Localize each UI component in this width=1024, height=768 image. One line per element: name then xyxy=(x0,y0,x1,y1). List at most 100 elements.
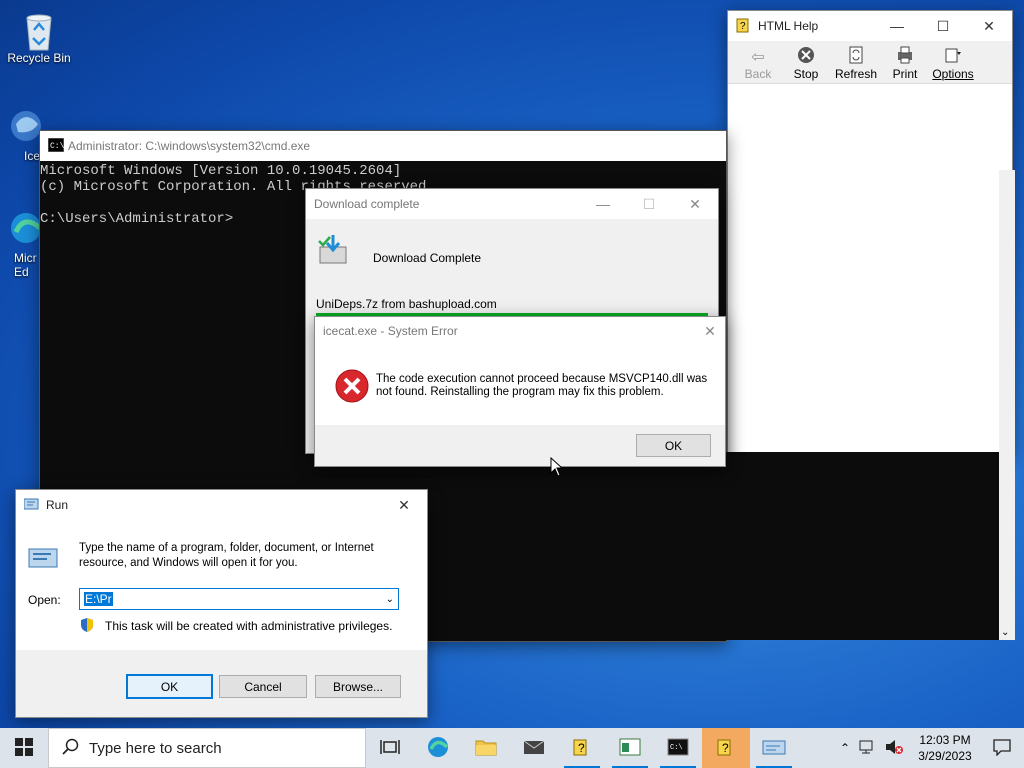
search-icon xyxy=(61,738,79,759)
start-button[interactable] xyxy=(0,728,48,768)
search-placeholder: Type here to search xyxy=(89,739,222,757)
edge-shortcut-icon[interactable]: Micr Ed xyxy=(4,208,44,279)
close-button[interactable]: ✕ xyxy=(966,11,1012,41)
open-combobox[interactable]: E:\Pr ⌄ xyxy=(79,588,399,610)
printer-icon xyxy=(882,46,928,67)
minimize-button[interactable]: — xyxy=(874,11,920,41)
taskbar-mail[interactable] xyxy=(510,728,558,768)
taskbar-download-app[interactable] xyxy=(606,728,654,768)
cmd-scrollbar[interactable]: ⌄ xyxy=(999,170,1015,640)
back-label: Back xyxy=(744,67,772,81)
error-icon xyxy=(335,369,369,406)
cmd-window-extension xyxy=(725,452,1015,640)
refresh-icon xyxy=(830,46,882,67)
task-view-icon xyxy=(380,739,400,758)
open-input-value[interactable]: E:\Pr xyxy=(84,592,113,606)
svg-text:C:\: C:\ xyxy=(50,142,64,151)
help-app-icon: ? xyxy=(728,17,752,36)
refresh-button[interactable]: Refresh xyxy=(830,46,882,83)
mouse-cursor-icon xyxy=(550,456,564,480)
options-label: Options xyxy=(932,67,974,81)
recycle-bin-graphic xyxy=(19,8,59,51)
system-error-dialog: icecat.exe - System Error ✕ The code exe… xyxy=(314,316,726,467)
window-title: Administrator: C:\windows\system32\cmd.e… xyxy=(68,139,311,153)
run-description: Type the name of a program, folder, docu… xyxy=(79,542,374,569)
options-button[interactable]: Options xyxy=(928,46,978,83)
close-button[interactable]: ✕ xyxy=(695,316,725,346)
cmd-app-icon: C:\ xyxy=(40,137,65,155)
back-arrow-icon: ⇦ xyxy=(751,49,765,66)
edge-icon xyxy=(427,736,449,761)
recycle-bin-icon[interactable]: Recycle Bin xyxy=(4,8,74,65)
open-label: Open: xyxy=(28,593,61,607)
admin-note: This task will be created with administr… xyxy=(105,619,393,633)
svg-text:?: ? xyxy=(722,741,729,755)
window-title: Download complete xyxy=(314,197,420,211)
shield-icon xyxy=(79,617,95,636)
notification-icon xyxy=(993,738,1011,759)
run-dialog: Run ✕ Type the name of a program, folder… xyxy=(15,489,428,718)
print-button[interactable]: Print xyxy=(882,46,928,83)
run-icon xyxy=(28,544,60,573)
html-help-titlebar: ? HTML Help — ☐ ✕ xyxy=(728,11,1012,41)
svg-text:C:\: C:\ xyxy=(670,744,683,752)
cmd-titlebar: C:\ Administrator: C:\windows\system32\c… xyxy=(40,131,726,161)
help-toolbar: ⇦ Back Stop Refresh Print Options xyxy=(728,41,1012,84)
close-button[interactable]: ✕ xyxy=(381,490,427,520)
icecat-shortcut-icon[interactable]: Ice xyxy=(4,106,44,163)
minimize-button[interactable]: — xyxy=(580,189,626,219)
close-button[interactable]: ✕ xyxy=(672,189,718,219)
download-heading: Download Complete xyxy=(373,251,482,265)
run-titlebar: Run ✕ xyxy=(16,490,427,520)
error-titlebar: icecat.exe - System Error ✕ xyxy=(315,317,725,345)
network-icon[interactable] xyxy=(858,740,876,757)
chevron-up-icon[interactable]: ⌃ xyxy=(840,741,850,755)
taskbar-cmd[interactable]: C:\ xyxy=(654,728,702,768)
browse-button[interactable]: Browse... xyxy=(315,675,401,698)
taskbar-edge[interactable] xyxy=(414,728,462,768)
run-ok-button[interactable]: OK xyxy=(126,674,213,699)
chevron-down-icon[interactable]: ⌄ xyxy=(386,594,394,605)
run-icon xyxy=(762,738,786,759)
windows-logo-icon xyxy=(15,737,33,759)
html-help-window: ? HTML Help — ☐ ✕ ⇦ Back Stop Refresh Pr… xyxy=(727,10,1013,453)
cancel-button[interactable]: Cancel xyxy=(219,675,307,698)
taskbar-search-box[interactable]: Type here to search xyxy=(48,728,366,768)
maximize-button[interactable]: ☐ xyxy=(920,11,966,41)
icecat-graphic xyxy=(4,106,44,146)
cmd-icon: C:\ xyxy=(667,738,689,759)
help-icon: ? xyxy=(572,736,592,761)
back-button[interactable]: ⇦ Back xyxy=(734,47,782,83)
taskbar-run[interactable] xyxy=(750,728,798,768)
window-title: HTML Help xyxy=(758,19,819,33)
taskbar: Type here to search ? C:\ ? ⌃ 12:03 PM 3… xyxy=(0,728,1024,768)
folder-icon xyxy=(475,738,497,759)
stop-icon xyxy=(782,46,830,67)
download-file-text: UniDeps.7z from bashupload.com xyxy=(316,297,497,311)
scroll-down-arrow-icon[interactable]: ⌄ xyxy=(1001,627,1009,638)
clock[interactable]: 12:03 PM 3/29/2023 xyxy=(910,732,980,764)
taskbar-file-explorer[interactable] xyxy=(462,728,510,768)
refresh-label: Refresh xyxy=(834,67,878,81)
clock-date: 3/29/2023 xyxy=(918,749,972,763)
notification-button[interactable] xyxy=(980,728,1024,768)
error-message: The code execution cannot proceed becaus… xyxy=(376,373,708,398)
maximize-button: ☐ xyxy=(642,195,656,212)
window-title: icecat.exe - System Error xyxy=(323,324,458,338)
taskbar-html-help[interactable]: ? xyxy=(558,728,606,768)
window-app-icon xyxy=(619,737,641,760)
stop-label: Stop xyxy=(793,67,819,81)
error-ok-button[interactable]: OK xyxy=(636,434,711,457)
task-view-button[interactable] xyxy=(366,728,414,768)
download-complete-icon xyxy=(316,233,350,270)
clock-time: 12:03 PM xyxy=(919,733,971,747)
taskbar-help-active[interactable]: ? xyxy=(702,728,750,768)
run-app-icon xyxy=(16,497,40,514)
desktop-icon-label: Micr Ed xyxy=(14,251,37,279)
volume-muted-icon[interactable] xyxy=(884,739,904,758)
desktop-icon-label: Ice xyxy=(24,149,41,163)
svg-text:?: ? xyxy=(578,741,585,755)
window-title: Run xyxy=(46,498,69,512)
system-tray: ⌃ xyxy=(840,739,904,758)
stop-button[interactable]: Stop xyxy=(782,46,830,83)
